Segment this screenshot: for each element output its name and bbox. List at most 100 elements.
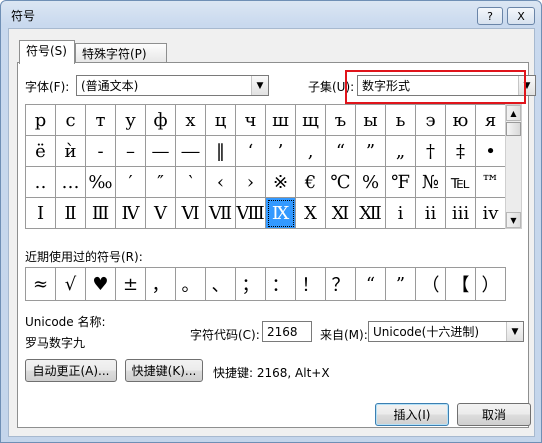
symbol-cell[interactable]: ё	[26, 136, 56, 167]
symbol-cell[interactable]: ц	[206, 105, 236, 136]
symbol-cell[interactable]: ⅲ	[446, 198, 476, 229]
scroll-thumb[interactable]	[506, 122, 521, 136]
symbol-cell[interactable]: э	[416, 105, 446, 136]
symbol-cell[interactable]: Ⅴ	[146, 198, 176, 229]
symbol-cell[interactable]: %	[356, 167, 386, 198]
recent-symbol-cell[interactable]: √	[56, 268, 86, 301]
cancel-button[interactable]: 取消	[457, 403, 531, 426]
symbol-cell[interactable]: …	[56, 167, 86, 198]
symbol-cell[interactable]: –	[116, 136, 146, 167]
recent-symbol-cell[interactable]: “	[356, 268, 386, 301]
tab-symbols[interactable]: 符号(S)	[19, 40, 75, 64]
symbol-cell[interactable]: ъ	[326, 105, 356, 136]
recent-symbol-cell[interactable]: 。	[176, 268, 206, 301]
symbol-cell[interactable]: ф	[146, 105, 176, 136]
symbol-cell[interactable]: №	[416, 167, 446, 198]
symbol-cell[interactable]: ⅰ	[386, 198, 416, 229]
symbol-cell[interactable]: Ⅱ	[56, 198, 86, 229]
symbol-cell[interactable]: ™	[476, 167, 506, 198]
symbol-cell[interactable]: р	[26, 105, 56, 136]
recent-symbol-cell[interactable]: ±	[116, 268, 146, 301]
symbol-cell[interactable]: ш	[266, 105, 296, 136]
symbol-cell[interactable]: ′	[116, 167, 146, 198]
symbol-cell[interactable]: ‰	[86, 167, 116, 198]
symbol-cell[interactable]: Ⅺ	[326, 198, 356, 229]
recent-symbol-cell[interactable]: ；	[236, 268, 266, 301]
symbol-cell[interactable]: ″	[146, 167, 176, 198]
title-bar[interactable]: 符号 ? X	[1, 1, 541, 29]
symbol-cell[interactable]: -	[86, 136, 116, 167]
symbol-cell[interactable]: Ⅹ	[296, 198, 326, 229]
symbol-cell[interactable]: —	[146, 136, 176, 167]
symbol-cell[interactable]: Ⅵ	[176, 198, 206, 229]
help-button[interactable]: ?	[477, 7, 503, 25]
symbol-cell[interactable]: ›	[236, 167, 266, 198]
recent-symbol-cell[interactable]: ？	[326, 268, 356, 301]
symbol-cell[interactable]: щ	[296, 105, 326, 136]
symbol-cell[interactable]: •	[476, 136, 506, 167]
symbol-cell[interactable]: ‹	[206, 167, 236, 198]
symbol-cell[interactable]: я	[476, 105, 506, 136]
symbol-cell[interactable]: “	[326, 136, 356, 167]
symbol-cell-selected[interactable]: Ⅸ	[266, 198, 296, 229]
symbol-cell[interactable]: ⅳ	[476, 198, 506, 229]
symbol-cell[interactable]: Ⅲ	[86, 198, 116, 229]
symbol-cell[interactable]: ч	[236, 105, 266, 136]
from-select-value: Unicode(十六进制)	[373, 325, 480, 339]
symbol-grid-scrollbar[interactable]: ▲ ▼	[505, 104, 522, 229]
symbol-cell[interactable]: Ⅰ	[26, 198, 56, 229]
symbol-cell[interactable]: Ⅳ	[116, 198, 146, 229]
symbol-cell[interactable]: „	[386, 136, 416, 167]
symbol-cell[interactable]: ‵	[176, 167, 206, 198]
recent-symbol-cell[interactable]: ≈	[26, 268, 56, 301]
symbol-cell[interactable]: ю	[446, 105, 476, 136]
symbol-cell[interactable]: €	[296, 167, 326, 198]
recent-symbol-cell[interactable]: ：	[266, 268, 296, 301]
symbol-cell[interactable]: ℃	[326, 167, 356, 198]
symbol-cell[interactable]: т	[86, 105, 116, 136]
symbol-cell[interactable]: х	[176, 105, 206, 136]
symbol-cell[interactable]: ь	[386, 105, 416, 136]
recent-symbol-cell[interactable]: （	[416, 268, 446, 301]
symbol-cell[interactable]: Ⅶ	[206, 198, 236, 229]
recent-symbol-cell[interactable]: ）	[476, 268, 506, 301]
recent-symbol-cell[interactable]: ，	[146, 268, 176, 301]
autocorrect-button[interactable]: 自动更正(A)...	[25, 359, 117, 382]
symbol-cell[interactable]: ‖	[206, 136, 236, 167]
symbol-cell[interactable]: ‘	[236, 136, 266, 167]
symbol-cell[interactable]: ‡	[446, 136, 476, 167]
char-code-input[interactable]: 2168	[262, 321, 312, 342]
symbol-cell[interactable]: ℉	[386, 167, 416, 198]
symbol-cell[interactable]: ℡	[446, 167, 476, 198]
symbol-cell[interactable]: ―	[176, 136, 206, 167]
recent-symbol-cell[interactable]: ！	[296, 268, 326, 301]
recent-symbol-cell[interactable]: 【	[446, 268, 476, 301]
close-button[interactable]: X	[507, 7, 535, 25]
from-select[interactable]: Unicode(十六进制) ▼	[368, 321, 524, 342]
scroll-down-icon[interactable]: ▼	[506, 212, 521, 228]
symbol-cell[interactable]: ※	[266, 167, 296, 198]
symbol-cell[interactable]: ы	[356, 105, 386, 136]
symbol-cell[interactable]: ’	[266, 136, 296, 167]
symbol-cell[interactable]: ⅱ	[416, 198, 446, 229]
chevron-down-icon[interactable]: ▼	[251, 76, 268, 95]
tab-special-characters[interactable]: 特殊字符(P)	[75, 43, 167, 63]
chevron-down-icon[interactable]: ▼	[506, 322, 523, 341]
symbol-cell[interactable]: Ⅻ	[356, 198, 386, 229]
recent-symbol-cell[interactable]: 、	[206, 268, 236, 301]
symbol-cell[interactable]: Ⅷ	[236, 198, 266, 229]
recent-symbol-cell[interactable]: ♥	[86, 268, 116, 301]
symbol-cell[interactable]: у	[116, 105, 146, 136]
symbol-cell[interactable]: с	[56, 105, 86, 136]
font-select[interactable]: (普通文本) ▼	[76, 75, 269, 96]
scroll-up-icon[interactable]: ▲	[506, 105, 521, 121]
insert-button[interactable]: 插入(I)	[375, 403, 449, 426]
symbol-cell[interactable]: †	[416, 136, 446, 167]
symbol-cell[interactable]: ѝ	[56, 136, 86, 167]
recent-symbol-cell[interactable]: ”	[386, 268, 416, 301]
font-label: 字体(F):	[25, 80, 70, 94]
symbol-cell[interactable]: ”	[356, 136, 386, 167]
symbol-cell[interactable]: ‚	[296, 136, 326, 167]
symbol-cell[interactable]: ‥	[26, 167, 56, 198]
shortcut-key-button[interactable]: 快捷键(K)...	[125, 359, 203, 382]
